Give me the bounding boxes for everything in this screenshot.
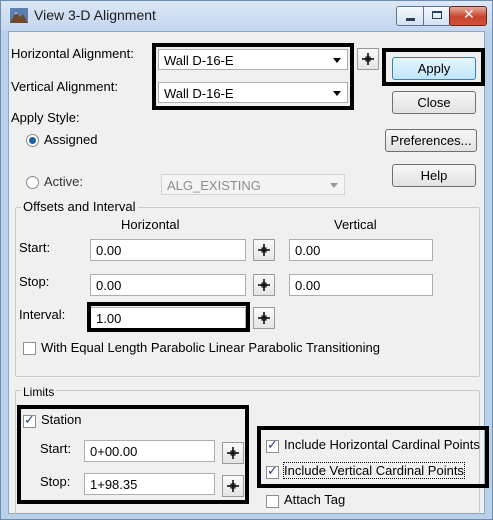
close-icon: ✕	[463, 7, 475, 23]
chevron-down-icon	[333, 91, 341, 96]
active-style-combo[interactable]: ALG_EXISTING	[161, 174, 345, 195]
horizontal-alignment-combo[interactable]: Wall D-16-E	[158, 49, 348, 70]
active-style-value: ALG_EXISTING	[167, 178, 261, 193]
maximize-button[interactable]	[423, 6, 450, 26]
horizontal-alignment-label: Horizontal Alignment:	[11, 46, 134, 61]
close-window-button[interactable]: ✕	[449, 6, 487, 26]
include-horizontal-label: Include Horizontal Cardinal Points	[284, 437, 480, 452]
crosshair-icon	[258, 279, 270, 291]
mountain-app-icon	[10, 8, 28, 23]
horizontal-stop-input[interactable]: 0.00	[90, 274, 246, 296]
vertical-stop-input[interactable]: 0.00	[289, 274, 433, 296]
minimize-button[interactable]	[396, 6, 424, 26]
close-button[interactable]: Close	[392, 91, 476, 114]
chevron-down-icon	[330, 183, 338, 188]
limits-group-label: Limits	[21, 385, 57, 399]
apply-style-label: Apply Style:	[11, 110, 80, 125]
horizontal-stop-pick-button[interactable]	[253, 274, 275, 296]
attach-tag-checkbox[interactable]	[266, 495, 279, 508]
assigned-radio-label: Assigned	[44, 132, 98, 147]
horizontal-alignment-value: Wall D-16-E	[164, 53, 234, 68]
include-vertical-label: Include Vertical Cardinal Points	[283, 462, 465, 479]
station-checkbox[interactable]	[23, 413, 36, 428]
chevron-down-icon	[333, 58, 341, 63]
include-vertical-checkbox[interactable]	[266, 464, 279, 479]
horizontal-start-input[interactable]: 0.00	[90, 239, 246, 261]
view-3d-alignment-dialog: View 3-D Alignment ✕ Horizontal Alignmen…	[0, 0, 493, 520]
active-radio-label: Active:	[44, 174, 84, 189]
minimize-icon	[406, 18, 415, 21]
window-title: View 3-D Alignment	[34, 7, 156, 23]
vertical-alignment-combo[interactable]: Wall D-16-E	[158, 82, 348, 103]
station-start-label: Start:	[40, 441, 72, 456]
help-button[interactable]: Help	[392, 164, 476, 187]
active-radio[interactable]	[26, 176, 39, 189]
station-stop-input[interactable]: 1+98.35	[84, 473, 215, 495]
station-stop-pick-button[interactable]	[222, 475, 244, 497]
station-start-pick-button[interactable]	[222, 442, 244, 464]
assigned-radio[interactable]	[26, 134, 39, 147]
station-label: Station	[41, 412, 82, 427]
dialog-body: Horizontal Alignment: Wall D-16-E Vertic…	[8, 31, 489, 515]
maximize-icon	[432, 11, 442, 19]
offset-stop-label: Stop:	[19, 274, 50, 289]
equal-length-checkbox[interactable]	[23, 342, 36, 355]
interval-label: Interval:	[19, 307, 66, 322]
crosshair-icon	[362, 53, 374, 65]
station-stop-label: Stop:	[40, 474, 71, 489]
offsets-interval-group-label: Offsets and Interval	[21, 199, 138, 214]
horizontal-start-pick-button[interactable]	[253, 239, 275, 261]
title-bar[interactable]: View 3-D Alignment ✕	[1, 1, 492, 31]
vertical-column-header: Vertical	[334, 217, 377, 232]
interval-pick-button[interactable]	[253, 307, 275, 329]
preferences-button[interactable]: Preferences...	[385, 129, 477, 152]
vertical-alignment-label: Vertical Alignment:	[11, 79, 118, 94]
interval-input[interactable]: 1.00	[90, 307, 246, 329]
attach-tag-label: Attach Tag	[284, 492, 346, 507]
apply-button[interactable]: Apply	[392, 57, 476, 80]
crosshair-icon	[258, 244, 270, 256]
equal-length-label: With Equal Length Parabolic Linear Parab…	[41, 340, 380, 355]
offset-start-label: Start:	[19, 240, 51, 255]
crosshair-icon	[227, 447, 239, 459]
crosshair-icon	[258, 312, 270, 324]
crosshair-icon	[227, 480, 239, 492]
vertical-start-input[interactable]: 0.00	[289, 239, 433, 261]
vertical-alignment-value: Wall D-16-E	[164, 86, 234, 101]
station-start-input[interactable]: 0+00.00	[84, 440, 215, 462]
include-horizontal-checkbox[interactable]	[266, 438, 279, 453]
horizontal-column-header: Horizontal	[121, 217, 180, 232]
horizontal-alignment-pick-button[interactable]	[357, 48, 379, 70]
